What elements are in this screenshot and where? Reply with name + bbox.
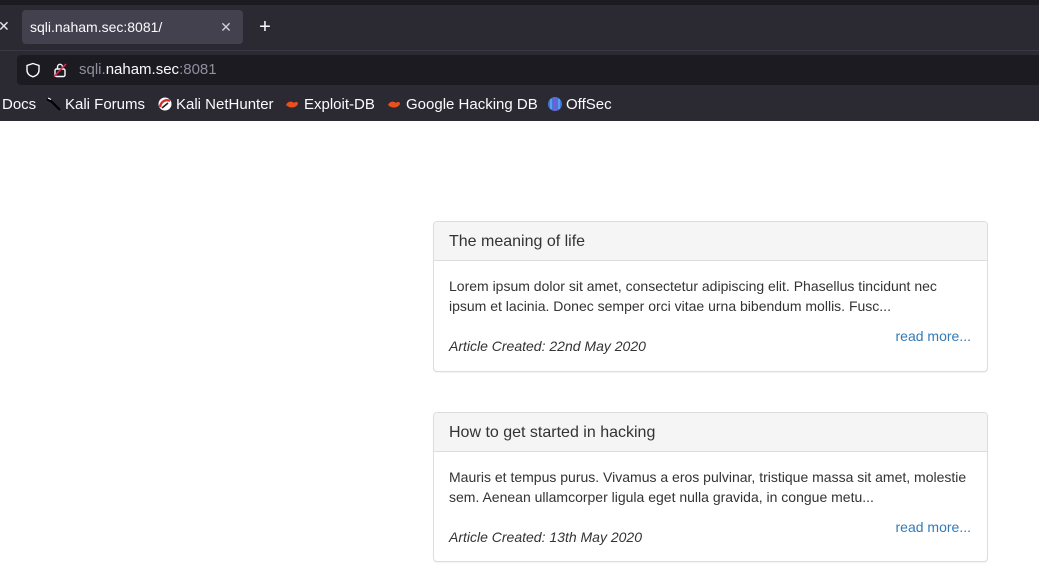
close-icon[interactable]: ✕ bbox=[0, 16, 12, 36]
tab-bar: ✕ sqli.naham.sec:8081/ ✕ + bbox=[0, 5, 1039, 50]
article-body: Mauris et tempus purus. Vivamus a eros p… bbox=[434, 452, 987, 561]
article-created-date: Article Created: 13th May 2020 bbox=[449, 529, 642, 545]
url-port: :8081 bbox=[179, 61, 217, 78]
url-text[interactable]: sqli.naham.sec:8081 bbox=[79, 61, 217, 79]
kali-dragon-icon bbox=[46, 97, 61, 111]
article-title: How to get started in hacking bbox=[434, 413, 987, 452]
read-more-link[interactable]: read more... bbox=[896, 517, 971, 537]
bookmark-offsec[interactable]: OffSec bbox=[547, 96, 612, 114]
navigation-bar: sqli.naham.sec:8081 bbox=[0, 50, 1039, 88]
shield-icon[interactable] bbox=[25, 62, 41, 78]
bookmark-exploit-db[interactable]: Exploit-DB bbox=[284, 96, 375, 114]
bookmark-docs[interactable]: Docs bbox=[2, 96, 36, 114]
article-card: The meaning of life Lorem ipsum dolor si… bbox=[433, 221, 988, 372]
tab-close-icon[interactable]: ✕ bbox=[217, 18, 235, 36]
bookmark-label: Kali NetHunter bbox=[176, 96, 274, 113]
insecure-lock-icon[interactable] bbox=[52, 62, 68, 78]
url-host: naham.sec bbox=[105, 61, 180, 78]
url-bar[interactable]: sqli.naham.sec:8081 bbox=[17, 55, 1039, 85]
article-title: The meaning of life bbox=[434, 222, 987, 261]
bookmark-label: OffSec bbox=[566, 96, 612, 113]
article-excerpt: Lorem ipsum dolor sit amet, consectetur … bbox=[449, 278, 937, 314]
bookmark-label: Exploit-DB bbox=[304, 96, 375, 113]
bookmark-kali-nethunter[interactable]: Kali NetHunter bbox=[157, 96, 274, 114]
new-tab-plus-icon[interactable]: + bbox=[255, 17, 275, 37]
offsec-icon bbox=[548, 97, 562, 111]
article-created-date: Article Created: 22nd May 2020 bbox=[449, 338, 646, 354]
nethunter-icon bbox=[158, 97, 172, 111]
article-body: Lorem ipsum dolor sit amet, consectetur … bbox=[434, 261, 987, 371]
tab-title: sqli.naham.sec:8081/ bbox=[30, 19, 163, 35]
bookmark-label: Google Hacking DB bbox=[406, 96, 538, 113]
url-prefix: sqli. bbox=[79, 61, 106, 78]
exploit-db-icon bbox=[286, 101, 298, 108]
ghdb-icon bbox=[388, 101, 400, 108]
read-more-link[interactable]: read more... bbox=[896, 326, 971, 346]
article-excerpt: Mauris et tempus purus. Vivamus a eros p… bbox=[449, 469, 967, 505]
active-tab[interactable]: sqli.naham.sec:8081/ ✕ bbox=[22, 10, 243, 44]
bookmarks-toolbar: Docs Kali Forums Kali NetHunter Exploit-… bbox=[0, 88, 1039, 121]
bookmark-google-hacking-db[interactable]: Google Hacking DB bbox=[386, 96, 538, 114]
article-card: How to get started in hacking Mauris et … bbox=[433, 412, 988, 562]
bookmark-label: Kali Forums bbox=[65, 96, 146, 113]
bookmark-kali-forums[interactable]: Kali Forums bbox=[46, 96, 145, 114]
page-content: The meaning of life Lorem ipsum dolor si… bbox=[0, 121, 1039, 571]
bookmark-label: Docs bbox=[2, 96, 37, 113]
